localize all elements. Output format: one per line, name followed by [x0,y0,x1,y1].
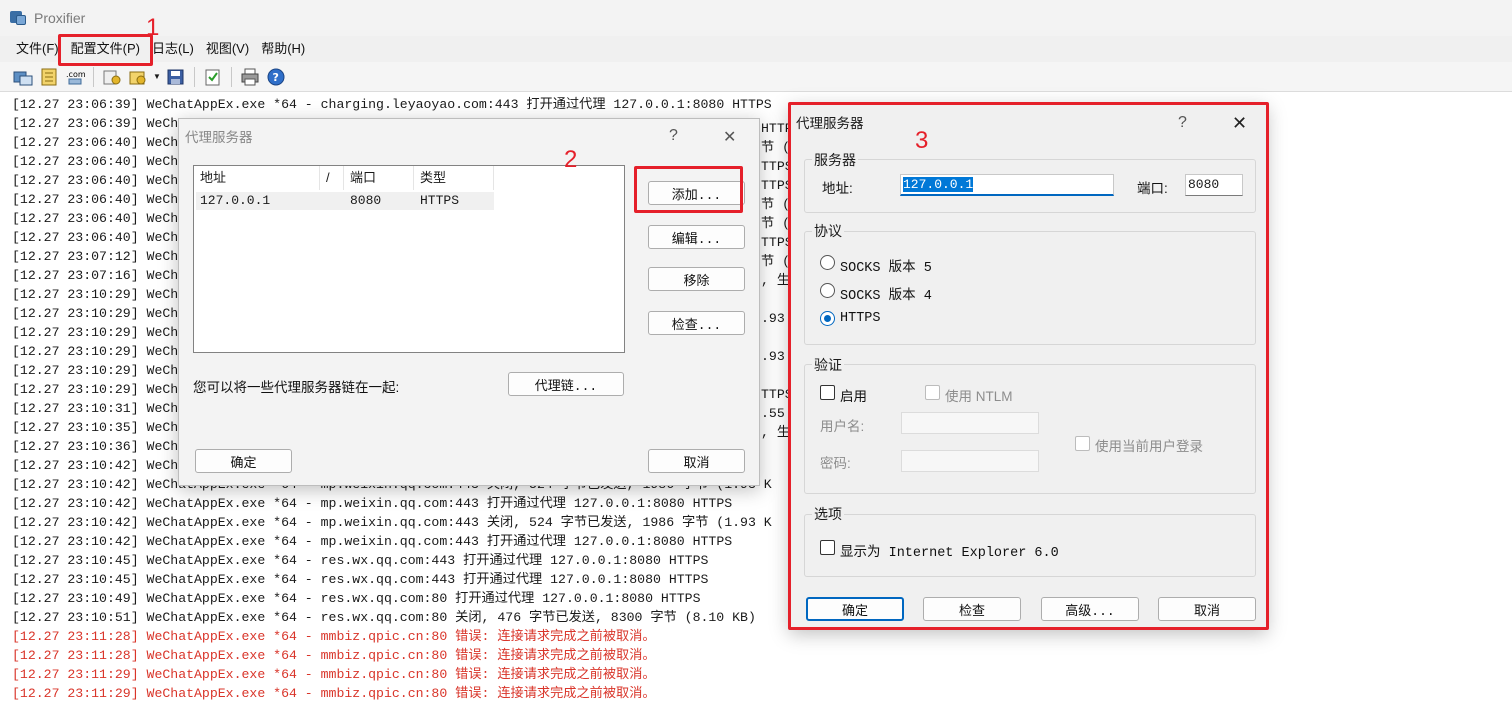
log-fragment: .93 K [761,349,785,364]
column-address[interactable]: 地址 [194,166,320,190]
window-title: Proxifier [34,10,86,26]
remove-button[interactable]: 移除 [648,267,745,291]
log-fragment: 节 (1 [761,254,788,269]
toolbar: .com ▼ ? [0,62,1512,92]
proxy-list-header: 地址 / 端口 类型 [194,166,494,190]
close-icon[interactable]: ✕ [723,127,736,147]
row-address: 127.0.0.1 [200,193,271,208]
annotation-label-3: 3 [915,127,929,154]
toolbar-separator [231,66,232,87]
rules-dropdown-arrow-icon[interactable]: ▼ [153,72,161,81]
log-line: [12.27 23:11:28] WeChatAppEx.exe *64 - m… [12,648,656,663]
column-type[interactable]: 类型 [414,166,494,190]
annotation-box-3 [788,102,1269,630]
log-line: [12.27 23:11:29] WeChatAppEx.exe *64 - m… [12,686,656,701]
proxifier-app-icon [8,9,28,27]
menu-bar: 文件(F) 配置文件(P) 日志(L) 视图(V) 帮助(H) [0,36,1512,62]
log-fragment: TTPS [761,159,788,174]
log-line: [12.27 23:10:42] WeChatAppEx.exe *64 - m… [12,534,733,549]
log-line: [12.27 23:10:42] WeChatAppEx.exe *64 - m… [12,496,733,511]
menu-help[interactable]: 帮助(H) [255,36,311,62]
new-profile-icon[interactable] [12,66,34,88]
save-icon[interactable] [165,66,187,88]
help-question-icon[interactable]: ? [669,127,678,145]
cancel-button[interactable]: 取消 [648,449,745,473]
proxy-settings-icon[interactable] [101,66,123,88]
menu-view[interactable]: 视图(V) [200,36,255,62]
log-line: [12.27 23:10:42] WeChatAppEx.exe *64 - m… [12,515,772,530]
proxy-chain-hint: 您可以将一些代理服务器链在一起: [193,380,400,395]
log-fragment: .93 K [761,311,785,326]
annotation-box-1 [58,34,153,66]
row-type: HTTPS [420,193,460,208]
title-bar: Proxifier [0,0,1512,36]
domain-icon[interactable]: .com [64,66,86,88]
log-fragment: , 生 [761,425,788,440]
log-line: [12.27 23:10:45] WeChatAppEx.exe *64 - r… [12,553,709,568]
log-line: [12.27 23:10:49] WeChatAppEx.exe *64 - r… [12,591,701,606]
help-icon[interactable]: ? [265,66,287,88]
log-fragment: TTPS [761,178,788,193]
menu-file[interactable]: 文件(F) [10,36,65,62]
rules-icon[interactable] [127,66,149,88]
log-fragment: TTPS [761,235,788,250]
log-line: [12.27 23:10:45] WeChatAppEx.exe *64 - r… [12,572,709,587]
print-icon[interactable] [239,66,261,88]
log-line: [12.27 23:11:28] WeChatAppEx.exe *64 - m… [12,629,656,644]
log-fragment: 节 (1 [761,197,788,212]
open-profile-icon[interactable] [38,66,60,88]
log-line: [12.27 23:06:39] WeChatAppEx.exe *64 - c… [12,97,772,112]
annotation-box-2 [634,166,743,213]
column-port[interactable]: 端口 [344,166,414,190]
log-fragment: 节 (1 [761,216,788,231]
annotation-label-2: 2 [564,146,578,173]
log-fragment: HTTPS [761,121,788,136]
proxy-list[interactable]: 地址 / 端口 类型 127.0.0.1 8080 HTTPS [193,165,625,353]
log-fragment: TTPS [761,387,788,402]
ok-button[interactable]: 确定 [195,449,292,473]
log-fragment: 节 (1 [761,140,788,155]
row-port: 8080 [350,193,382,208]
annotation-label-1: 1 [146,14,160,41]
log-line: [12.27 23:10:51] WeChatAppEx.exe *64 - r… [12,610,756,625]
edit-button[interactable]: 编辑... [648,225,745,249]
svg-text:?: ? [273,71,279,84]
toolbar-separator [93,66,94,87]
log-fragment: , 生 [761,273,788,288]
column-sort-indicator: / [320,166,344,190]
toolbar-separator [194,66,195,87]
check-button[interactable]: 检查... [648,311,745,335]
log-fragment: .55 [761,406,785,421]
check-icon[interactable] [202,66,224,88]
proxy-chain-button[interactable]: 代理链... [508,372,624,396]
svg-text:.com: .com [66,70,86,79]
log-line: [12.27 23:11:29] WeChatAppEx.exe *64 - m… [12,667,656,682]
table-row[interactable]: 127.0.0.1 8080 HTTPS [196,192,494,210]
